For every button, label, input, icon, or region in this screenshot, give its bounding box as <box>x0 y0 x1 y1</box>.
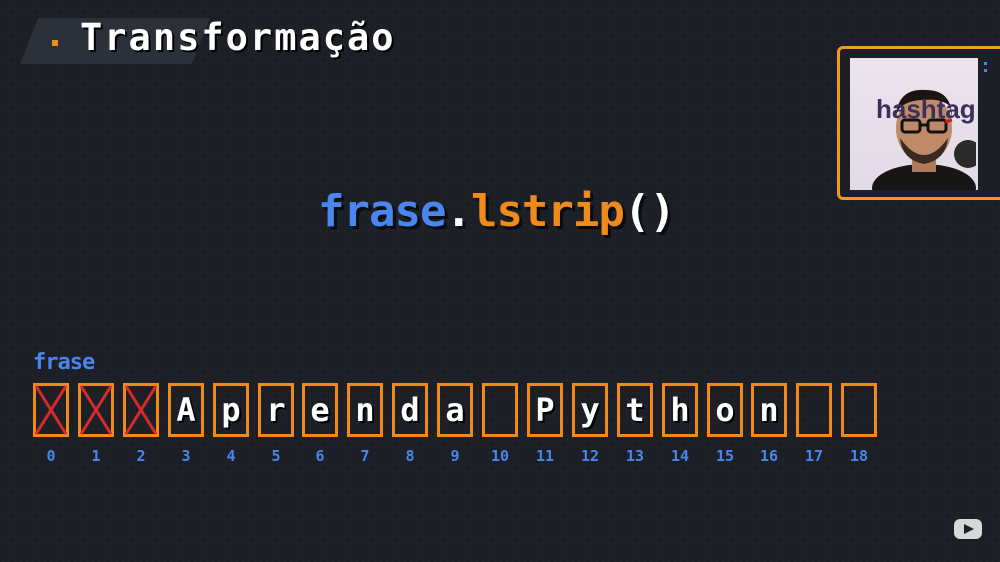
cell-char: P <box>535 391 555 429</box>
removed-x-icon <box>34 385 68 435</box>
cell-char: h <box>670 391 690 429</box>
title-bullet-icon <box>52 40 58 46</box>
cell-index: 13 <box>625 447 645 465</box>
cell-char: a <box>445 391 465 429</box>
code-parens: () <box>623 186 676 237</box>
cell-char: e <box>310 391 330 429</box>
cell-char: n <box>759 391 779 429</box>
array-cell: a <box>437 383 473 437</box>
array-cell <box>78 383 114 437</box>
array-cell <box>482 383 518 437</box>
cell-index: 11 <box>535 447 555 465</box>
cell-index: 6 <box>315 447 325 465</box>
cell-index: 16 <box>759 447 779 465</box>
array-cell: n <box>751 383 787 437</box>
cell-index: 18 <box>849 447 869 465</box>
cell-index: 5 <box>271 447 281 465</box>
cell-index: 8 <box>405 447 415 465</box>
removed-x-icon <box>79 385 113 435</box>
youtube-play-icon[interactable] <box>954 519 982 539</box>
cell-index: 14 <box>670 447 690 465</box>
array-cell <box>123 383 159 437</box>
cell-char: n <box>355 391 375 429</box>
array-cell: P <box>527 383 563 437</box>
cell-index: 15 <box>715 447 735 465</box>
array-cell: p <box>213 383 249 437</box>
cell-index: 4 <box>226 447 236 465</box>
cell-index: 17 <box>804 447 824 465</box>
array-cell <box>33 383 69 437</box>
array-cell <box>796 383 832 437</box>
cell-char: d <box>400 391 420 429</box>
array-cell: h <box>662 383 698 437</box>
cell-char: t <box>625 391 645 429</box>
array-label: frase <box>33 350 95 375</box>
code-object: frase <box>318 186 446 237</box>
side-dots-icon <box>984 62 993 72</box>
array-cell: t <box>617 383 653 437</box>
cell-index: 12 <box>580 447 600 465</box>
array-cell: o <box>707 383 743 437</box>
cell-index: 3 <box>181 447 191 465</box>
cell-index: 0 <box>46 447 56 465</box>
cell-char: p <box>221 391 241 429</box>
cell-char: o <box>715 391 735 429</box>
array-cell: d <box>392 383 428 437</box>
code-dot: . <box>445 186 471 237</box>
code-method: lstrip <box>470 186 625 237</box>
cell-char: A <box>176 391 196 429</box>
array-cell: r <box>258 383 294 437</box>
array-cell: e <box>302 383 338 437</box>
cell-index: 7 <box>360 447 370 465</box>
cell-index: 9 <box>450 447 460 465</box>
cell-char: r <box>266 391 286 429</box>
array-cell: y <box>572 383 608 437</box>
slide-title: Transformação <box>80 16 396 59</box>
cell-index: 2 <box>136 447 146 465</box>
removed-x-icon <box>124 385 158 435</box>
webcam-video: hashtag <box>850 58 978 190</box>
array-cell: n <box>347 383 383 437</box>
webcam-logo-text: hashtag <box>876 94 976 124</box>
cell-index: 10 <box>490 447 510 465</box>
array-cell: A <box>168 383 204 437</box>
array-cell <box>841 383 877 437</box>
code-expression: frase.lstrip() <box>318 186 676 237</box>
cell-char: y <box>580 391 600 429</box>
cell-index: 1 <box>91 447 101 465</box>
